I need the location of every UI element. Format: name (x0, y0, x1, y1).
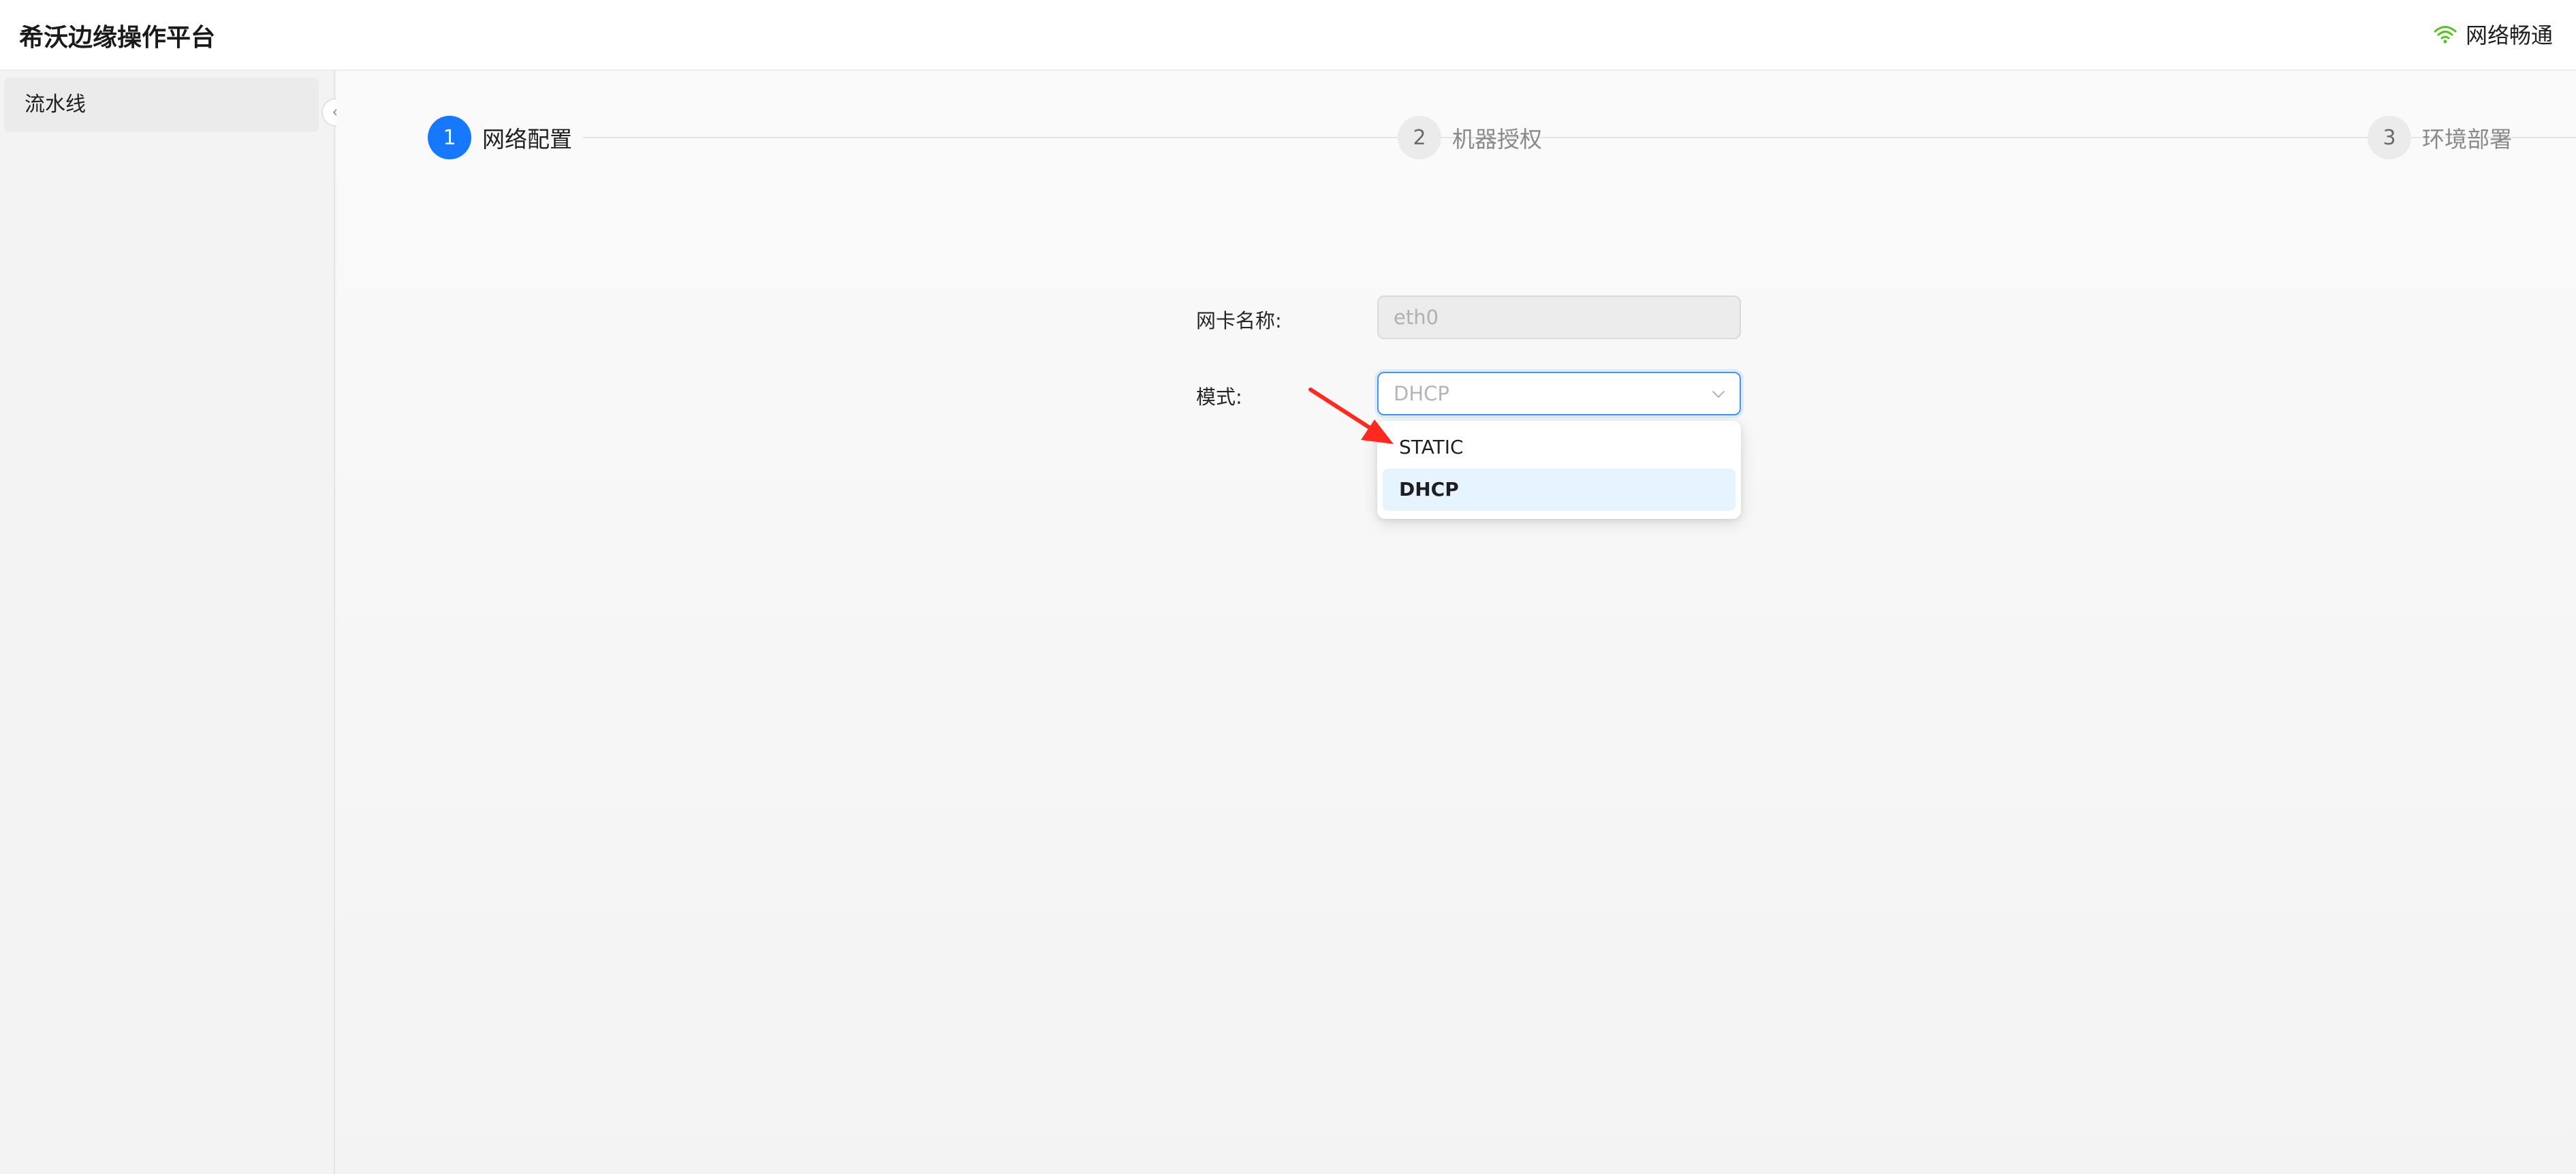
chevron-down-icon (1712, 391, 1725, 398)
mode-dropdown: STATIC DHCP (1377, 421, 1741, 519)
annotation-arrow-icon (1308, 387, 1394, 444)
step-title: 网络配置 (482, 126, 572, 153)
mode-label: 模式: (1196, 385, 1242, 409)
step-network-config: 1 网络配置 (428, 114, 572, 161)
option-dhcp[interactable]: DHCP (1383, 469, 1735, 511)
top-header: 希沃边缘操作平台 网络畅通 (0, 0, 2576, 71)
step-number: 1 (428, 116, 471, 159)
nic-name-field: eth0 (1377, 296, 1741, 339)
app-title: 希沃边缘操作平台 (19, 24, 216, 52)
sidebar-item-pipeline[interactable]: 流水线 (4, 78, 319, 132)
option-static[interactable]: STATIC (1383, 426, 1735, 469)
step-title: 机器授权 (1452, 126, 1542, 153)
nic-name-label: 网卡名称: (1196, 309, 1282, 332)
main-content: 1 网络配置 2 机器授权 3 环境部署 (336, 71, 2576, 1174)
step-number: 2 (1398, 116, 1441, 159)
wifi-icon (2434, 26, 2457, 44)
step-env-deploy: 3 环境部署 (2368, 114, 2512, 161)
sidebar: 流水线 (0, 71, 335, 1174)
network-status-label: 网络畅通 (2465, 22, 2553, 48)
step-number: 3 (2368, 116, 2411, 159)
network-status: 网络畅通 (2433, 19, 2553, 49)
mode-select[interactable]: DHCP (1377, 372, 1741, 415)
mode-select-value: DHCP (1394, 382, 1449, 405)
steps-bar: 1 网络配置 2 机器授权 3 环境部署 (336, 71, 2576, 207)
step-machine-auth: 2 机器授权 (1398, 114, 1542, 161)
sidebar-item-label: 流水线 (25, 93, 86, 116)
step-title: 环境部署 (2422, 126, 2512, 153)
